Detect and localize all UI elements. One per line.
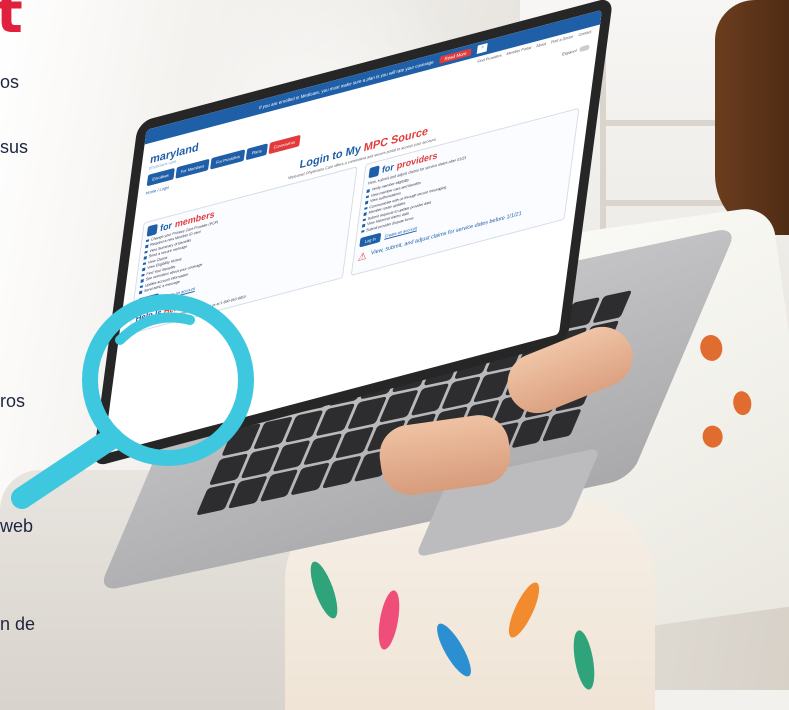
text-fragment: sus xyxy=(0,137,29,157)
toggle-label: Espanol xyxy=(561,47,577,57)
heading-fragment: t xyxy=(0,0,23,46)
toggle-switch[interactable] xyxy=(579,44,590,53)
legging-pattern xyxy=(503,579,545,641)
heading-prefix: for xyxy=(381,161,395,176)
util-link[interactable]: About xyxy=(536,42,546,49)
search-icon[interactable]: ⌕ xyxy=(477,42,489,54)
providers-login-button[interactable]: Log In xyxy=(359,232,382,247)
legging-pattern xyxy=(374,588,404,652)
language-toggle[interactable]: Espanol xyxy=(561,44,590,57)
providers-icon xyxy=(368,165,380,179)
warning-triangle-icon: ⚠ xyxy=(357,249,368,264)
magnifier-handle xyxy=(11,427,123,509)
legging-pattern xyxy=(431,619,477,681)
magnifying-glass-icon xyxy=(11,294,254,509)
providers-create-account-link[interactable]: Create an account xyxy=(384,225,417,239)
text-fragment: n de xyxy=(0,614,36,634)
text-fragment: os xyxy=(0,72,20,92)
legging-pattern xyxy=(569,628,599,692)
legging-pattern xyxy=(305,558,343,622)
